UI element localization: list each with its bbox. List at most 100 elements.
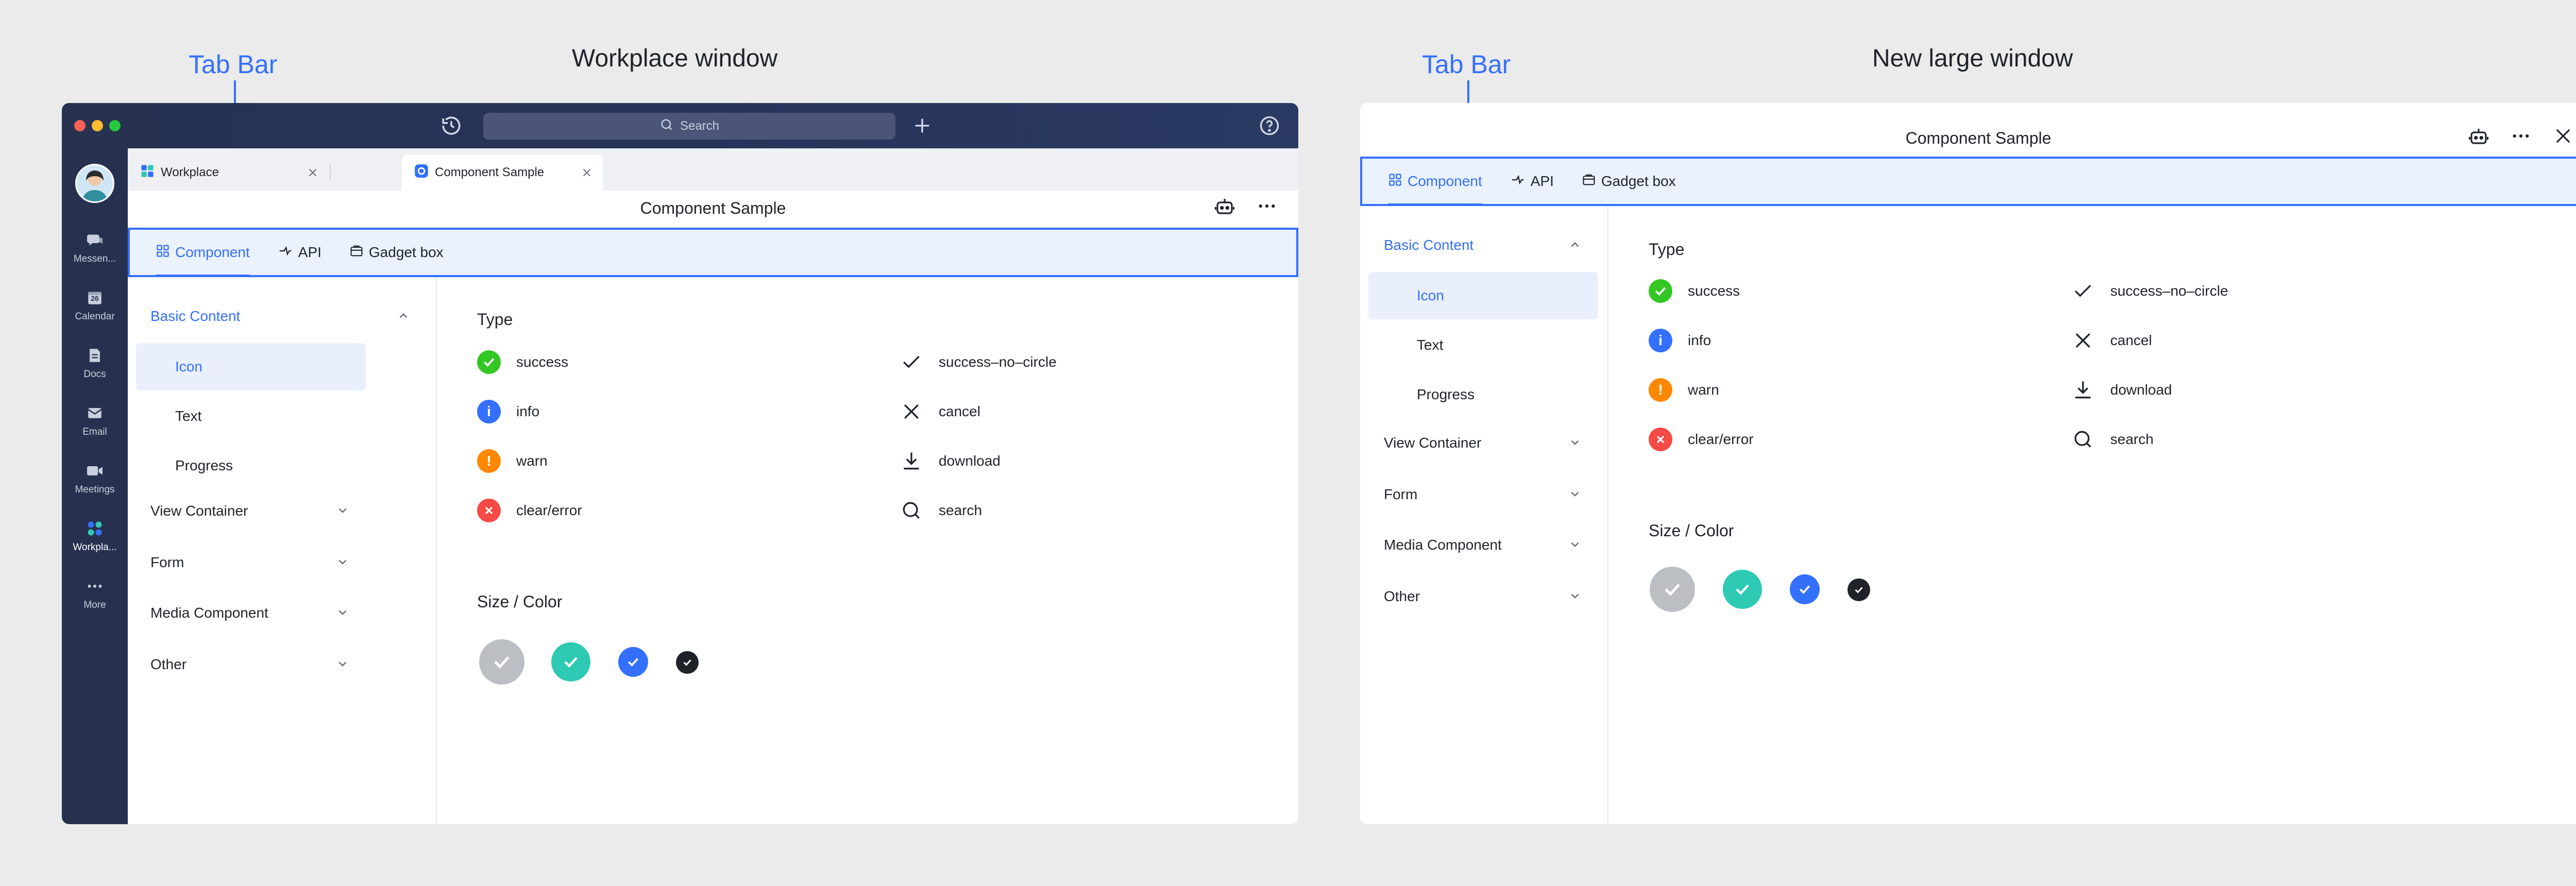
nav-item-progress[interactable]: Progress: [1368, 371, 1598, 418]
sidebar-item-meetings[interactable]: Meetings: [62, 461, 128, 512]
chevron-down-icon: [1568, 436, 1582, 449]
tab-component[interactable]: Component: [1388, 159, 1482, 206]
component-content: Type success i info ! warn clear/error s…: [1608, 206, 2576, 824]
close-icon[interactable]: [581, 167, 592, 178]
chevron-down-icon: [336, 606, 349, 619]
nav-item-progress[interactable]: Progress: [136, 442, 366, 489]
type-label: search: [2110, 431, 2154, 447]
nav-media-component[interactable]: Media Component: [1360, 521, 1607, 569]
workplace-window-caption: Workplace window: [572, 45, 778, 72]
user-avatar[interactable]: [75, 164, 114, 203]
robot-icon[interactable]: [2468, 125, 2489, 151]
sidebar-item-workplace[interactable]: Workpla...: [62, 518, 128, 570]
more-options-icon[interactable]: [2510, 125, 2532, 151]
size-sample-gray-large: [1650, 567, 1695, 612]
type-row-success: success: [1649, 278, 1740, 304]
tab-api[interactable]: API: [1510, 159, 1554, 204]
nav-media-component[interactable]: Media Component: [128, 589, 375, 637]
chevron-up-icon: [397, 309, 410, 322]
sidebar-label-email: Email: [82, 427, 107, 437]
calendar-icon: 26: [84, 287, 105, 308]
type-row-cancel: cancel: [2071, 328, 2152, 353]
nav-form[interactable]: Form: [128, 539, 375, 586]
nav-item-icon[interactable]: Icon: [1368, 272, 1598, 319]
sidebar-label-meetings: Meetings: [75, 484, 115, 495]
page-title: Component Sample: [640, 198, 786, 217]
nav-label: Basic Content: [150, 308, 241, 324]
warn-icon: !: [1649, 378, 1672, 402]
success-icon: [477, 350, 501, 374]
nav-form[interactable]: Form: [1360, 471, 1607, 518]
chevron-down-icon: [1568, 538, 1582, 551]
sidebar-item-more[interactable]: More: [62, 576, 128, 627]
history-icon[interactable]: [440, 115, 462, 137]
workplace-tab-icon: [140, 164, 155, 182]
nav-label: Icon: [175, 359, 202, 374]
size-sample-gray-large: [479, 639, 524, 685]
chevron-down-icon: [336, 555, 349, 569]
tab-divider: [330, 165, 331, 180]
sidebar-label-workplace: Workpla...: [73, 542, 117, 553]
api-icon: [1510, 172, 1526, 191]
nav-basic-content[interactable]: Basic Content: [1360, 222, 1607, 269]
search-icon: [900, 499, 923, 522]
close-icon[interactable]: [2552, 125, 2574, 151]
close-window-button[interactable]: [74, 120, 86, 131]
box-icon: [349, 244, 364, 262]
type-row-warn: ! warn: [1649, 377, 1719, 403]
cancel-icon: [2071, 329, 2095, 352]
chevron-up-icon: [1568, 238, 1582, 251]
nav-basic-content[interactable]: Basic Content: [128, 293, 436, 340]
tab-component[interactable]: Component: [156, 230, 250, 277]
sidebar-item-docs[interactable]: Docs: [62, 345, 128, 397]
minimize-window-button[interactable]: [92, 120, 103, 131]
nav-item-text[interactable]: Text: [1368, 321, 1598, 369]
global-search-input[interactable]: Search: [483, 113, 895, 140]
type-row-download: download: [2071, 377, 2172, 403]
component-sample-tab-icon: [414, 164, 429, 182]
sidebar-item-email[interactable]: Email: [62, 403, 128, 454]
type-label: cancel: [939, 403, 980, 419]
nav-label: View Container: [1384, 435, 1482, 451]
add-icon[interactable]: [912, 115, 933, 136]
nav-view-container[interactable]: View Container: [1360, 419, 1607, 467]
sidebar-item-calendar[interactable]: 26 Calendar: [62, 287, 128, 339]
nav-other[interactable]: Other: [128, 641, 375, 688]
type-row-success-no-circle: success–no–circle: [2071, 278, 2228, 304]
more-options-icon[interactable]: [1256, 195, 1278, 221]
close-icon[interactable]: [307, 167, 318, 178]
nav-item-icon[interactable]: Icon: [136, 343, 366, 390]
nav-item-text[interactable]: Text: [136, 393, 366, 440]
tab-gadget-box[interactable]: Gadget box: [1582, 159, 1676, 204]
chevron-down-icon: [1568, 487, 1582, 501]
maximize-window-button[interactable]: [109, 120, 121, 131]
size-color-section-title: Size / Color: [1649, 521, 1734, 540]
page-title: Component Sample: [1905, 128, 2052, 147]
search-icon: [2071, 428, 2095, 451]
component-content: Type success i info ! warn clear/error s…: [438, 277, 1298, 824]
tab-api[interactable]: API: [278, 230, 321, 275]
search-placeholder: Search: [680, 119, 720, 133]
sidebar-item-messenger[interactable]: Messen...: [62, 230, 128, 281]
size-sample-teal: [1723, 570, 1762, 609]
robot-icon[interactable]: [1214, 195, 1235, 221]
app-header: Component Sample: [1360, 115, 2576, 161]
cancel-icon: [900, 400, 923, 423]
nav-label: Icon: [1417, 287, 1444, 303]
nav-other[interactable]: Other: [1360, 573, 1607, 620]
type-label: cancel: [2110, 332, 2152, 348]
app-sidebar: Messen... 26 Calendar Docs Email Meeting…: [62, 148, 128, 824]
size-sample-dark-small: [1848, 578, 1870, 601]
messenger-icon: [84, 230, 105, 250]
nav-label: Other: [150, 656, 187, 672]
info-icon: i: [1649, 329, 1672, 352]
nav-label: Progress: [1417, 386, 1475, 402]
tab-gadget-box[interactable]: Gadget box: [349, 230, 444, 275]
grid-icon: [156, 244, 170, 262]
app-header: Component Sample: [128, 185, 1298, 231]
nav-label: Progress: [175, 457, 233, 473]
type-row-error: clear/error: [1649, 427, 1754, 452]
type-section-title: Type: [1649, 240, 1685, 259]
nav-view-container[interactable]: View Container: [128, 487, 375, 535]
help-icon[interactable]: [1258, 114, 1281, 137]
